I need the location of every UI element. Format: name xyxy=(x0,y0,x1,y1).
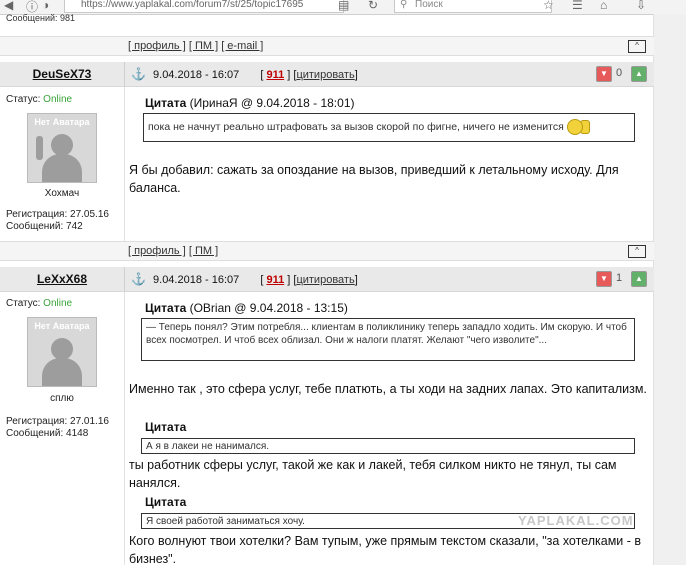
quote-link[interactable]: цитировать xyxy=(296,69,354,81)
previous-post-fragment: Сообщений: 981 xyxy=(6,14,76,23)
download-icon[interactable]: ⇩ xyxy=(636,0,646,12)
author-sidebar: Статус: Online Нет Аватара сплю Регистра… xyxy=(0,292,124,442)
vote-up-icon[interactable]: ▲ xyxy=(631,271,647,287)
bookmark-star-icon[interactable]: ☆ xyxy=(543,0,554,12)
user-rank: Хохмач xyxy=(44,188,80,199)
post-rating: 1 xyxy=(616,272,623,284)
vote-down-icon[interactable]: ▼ xyxy=(596,271,612,287)
info-icon[interactable]: ⓘ xyxy=(26,0,38,15)
user-rank: сплю xyxy=(50,393,74,404)
reload-icon[interactable]: ↻ xyxy=(368,0,378,12)
post-body: ты работник сферы услуг, такой же как и … xyxy=(129,458,617,490)
forum-thread: Сообщений: 981 [ профиль ] [ ПМ ] [ e-ma… xyxy=(0,14,654,565)
column-divider xyxy=(124,292,125,565)
profile-link[interactable]: [ профиль ] xyxy=(128,245,186,257)
post-number-link[interactable]: 911 xyxy=(266,274,284,286)
quote-box: — Теперь понял? Этим потребля... клиента… xyxy=(141,318,635,361)
home-icon[interactable]: ⌂ xyxy=(600,0,607,12)
site-watermark: YAPLAKAL.COM xyxy=(518,513,634,528)
avatar-silhouette-head xyxy=(51,338,73,360)
user-info: Регистрация: 27.05.16 Сообщений: 742 xyxy=(6,209,109,232)
status-badge: Online xyxy=(43,298,73,309)
message-count: 4148 xyxy=(66,428,89,439)
avatar[interactable]: Нет Аватара xyxy=(27,317,97,387)
post-date: 9.04.2018 - 16:07 xyxy=(153,274,240,286)
avatar[interactable]: Нет Аватара xyxy=(27,113,97,183)
column-divider xyxy=(124,87,125,242)
post-actions-bar: [ профиль ] [ ПМ ] ^ xyxy=(0,241,654,261)
vote-down-icon[interactable]: ▼ xyxy=(596,66,612,82)
smiley-icon xyxy=(566,119,583,136)
registration-date: 27.01.16 xyxy=(70,416,109,427)
quote-header: Цитата (OBrian @ 9.04.2018 - 13:15) xyxy=(145,301,348,315)
scroll-top-button[interactable]: ^ xyxy=(628,40,646,53)
anchor-icon[interactable]: ⚓ xyxy=(131,67,146,81)
avatar-silhouette-hand xyxy=(36,136,43,160)
search-placeholder: Поиск xyxy=(415,0,443,10)
shield-icon[interactable]: ◑ xyxy=(42,0,49,12)
avatar-silhouette-body xyxy=(42,154,82,182)
post-meta: ⚓ 9.04.2018 - 16:07 [ 911 ] [цитировать] xyxy=(131,272,358,286)
profile-link[interactable]: [ профиль ] xyxy=(128,40,186,52)
registration-date: 27.05.16 xyxy=(70,209,109,220)
post-body: Я бы добавил: сажать за опоздание на выз… xyxy=(129,163,619,195)
author-nick[interactable]: LeXxX68 xyxy=(0,272,124,286)
avatar-silhouette-head xyxy=(51,134,73,156)
post-actions-bar: [ профиль ] [ ПМ ] [ e-mail ] ^ xyxy=(0,36,654,56)
vote-up-icon[interactable]: ▲ xyxy=(631,66,647,82)
post-header: LeXxX68 ⚓ 9.04.2018 - 16:07 [ 911 ] [цит… xyxy=(0,267,654,292)
header-divider xyxy=(124,62,125,86)
search-input[interactable]: ⚲ Поиск xyxy=(394,0,552,13)
browser-toolbar: ◀ ⓘ ◑ https://www.yaplakal.com/forum7/st… xyxy=(0,0,686,15)
anchor-icon[interactable]: ⚓ xyxy=(131,272,146,286)
back-icon[interactable]: ◀ xyxy=(4,0,13,12)
message-count: 742 xyxy=(66,221,83,232)
scrollbar[interactable] xyxy=(653,14,686,565)
quote-link[interactable]: цитировать xyxy=(296,274,354,286)
avatar-placeholder-text: Нет Аватара xyxy=(34,321,90,331)
avatar-placeholder-text: Нет Аватара xyxy=(34,117,90,127)
url-bar[interactable]: https://www.yaplakal.com/forum7/st/25/to… xyxy=(64,0,344,13)
reader-icon[interactable]: ▤ xyxy=(338,0,349,12)
quote-header: Цитата xyxy=(145,495,187,509)
library-icon[interactable]: ☰ xyxy=(572,0,583,12)
header-divider xyxy=(124,267,125,291)
post-body: Именно так , это сфера услуг, тебе платю… xyxy=(129,382,647,396)
quote-author: (OBrian @ 9.04.2018 - 13:15) xyxy=(189,301,348,315)
scroll-top-button[interactable]: ^ xyxy=(628,245,646,258)
user-info: Регистрация: 27.01.16 Сообщений: 4148 xyxy=(6,416,109,439)
search-icon: ⚲ xyxy=(400,0,408,10)
post-number-link[interactable]: 911 xyxy=(266,69,284,81)
post-date: 9.04.2018 - 16:07 xyxy=(153,69,240,81)
quote-box: А я в лакеи не нанимался. xyxy=(141,438,635,454)
status-badge: Online xyxy=(43,94,73,105)
quote-box: пока не начнут реально штрафовать за выз… xyxy=(143,113,635,142)
status-line: Статус: Online xyxy=(6,298,73,309)
avatar-silhouette-body xyxy=(42,358,82,386)
post-rating: 0 xyxy=(616,67,623,79)
status-line: Статус: Online xyxy=(6,94,73,105)
post-body: Кого волнуют твои хотелки? Вам тупым, уж… xyxy=(129,534,642,565)
pm-link[interactable]: [ ПМ ] xyxy=(189,40,218,52)
email-link[interactable]: [ e-mail ] xyxy=(221,40,263,52)
author-sidebar: Статус: Online Нет Аватара Хохмач Регист… xyxy=(0,87,124,237)
pm-link[interactable]: [ ПМ ] xyxy=(189,245,218,257)
post-meta: ⚓ 9.04.2018 - 16:07 [ 911 ] [цитировать] xyxy=(131,67,358,81)
author-nick[interactable]: DeuSeX73 xyxy=(0,67,124,81)
quote-header: Цитата xyxy=(145,420,187,434)
quote-header: Цитата (ИринаЯ @ 9.04.2018 - 18:01) xyxy=(145,96,355,110)
quote-author: (ИринаЯ @ 9.04.2018 - 18:01) xyxy=(189,96,355,110)
post-header: DeuSeX73 ⚓ 9.04.2018 - 16:07 [ 911 ] [ци… xyxy=(0,62,654,87)
